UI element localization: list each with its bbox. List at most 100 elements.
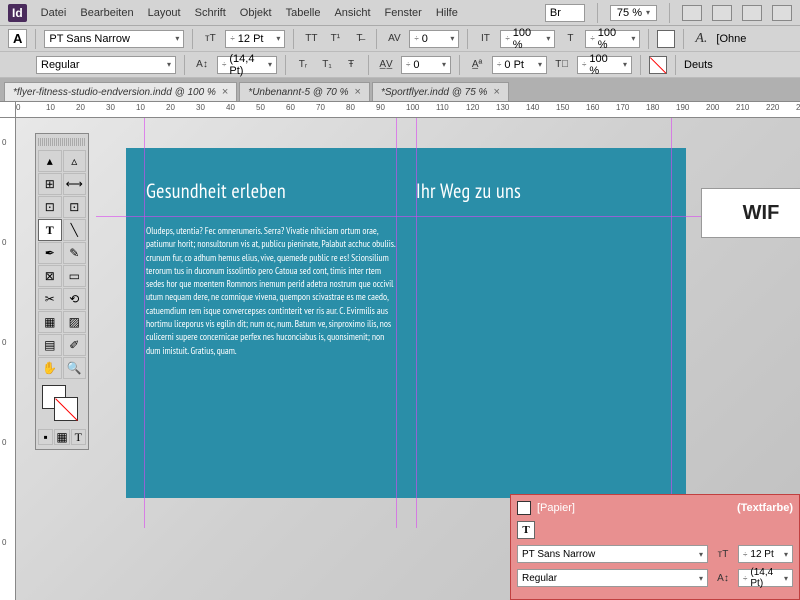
tab-flyer-fitness[interactable]: *flyer-fitness-studio-endversion.indd @ … (4, 82, 237, 101)
close-icon[interactable]: × (355, 86, 361, 98)
smallcaps-icon[interactable]: Tᵣ (294, 56, 312, 74)
tracking-input[interactable]: ÷0▾ (401, 56, 451, 74)
pen-tool[interactable]: ✒ (38, 242, 62, 264)
direct-selection-tool[interactable]: ▵ (63, 150, 87, 172)
menu-ansicht[interactable]: Ansicht (334, 7, 370, 19)
baseline-icon: A̲ª (468, 56, 486, 74)
panel-leading[interactable]: ÷(14,4 Pt)▾ (738, 569, 793, 587)
gradient-feather-tool[interactable]: ▨ (63, 311, 87, 333)
stroke-color-swatch[interactable] (54, 397, 78, 421)
skew-input[interactable]: ÷100 %▾ (577, 56, 632, 74)
menu-objekt[interactable]: Objekt (240, 7, 272, 19)
character-format-icon[interactable]: A (8, 29, 27, 48)
page-tool[interactable]: ⊞ (38, 173, 62, 195)
superscript-icon[interactable]: T¹ (326, 30, 344, 48)
view-mode-icon-1[interactable] (682, 5, 702, 21)
panel-font-style[interactable]: Regular▾ (517, 569, 708, 587)
menu-fenster[interactable]: Fenster (385, 7, 422, 19)
apply-color-icon[interactable]: ▪ (38, 429, 53, 445)
menu-schrift[interactable]: Schrift (195, 7, 226, 19)
font-family-select[interactable]: PT Sans Narrow▾ (44, 30, 184, 48)
eyedropper-tool[interactable]: ✐ (63, 334, 87, 356)
text-column-2[interactable]: Ihr Weg zu uns (416, 178, 666, 468)
selection-tool[interactable]: ▴ (38, 150, 62, 172)
baseline-input[interactable]: ÷0 Pt▾ (492, 56, 547, 74)
paper-swatch[interactable] (517, 501, 531, 515)
text-format-icon[interactable]: T (517, 521, 535, 539)
note-tool[interactable]: ▤ (38, 334, 62, 356)
close-icon[interactable]: × (493, 86, 499, 98)
rectangle-tool[interactable]: ▭ (63, 265, 87, 287)
hscale-input[interactable]: ÷100 %▾ (585, 30, 640, 48)
tab-unbenannt[interactable]: *Unbenannt-5 @ 70 %× (239, 82, 370, 101)
content-placer-tool[interactable]: ⊡ (63, 196, 87, 218)
apply-gradient-icon[interactable]: ▦ (54, 429, 69, 445)
text-color-panel: [Papier] (Textfarbe) T PT Sans Narrow▾ т… (510, 494, 800, 600)
vscale-input[interactable]: ÷100 %▾ (500, 30, 555, 48)
leading-input[interactable]: ÷(14,4 Pt)▾ (217, 56, 277, 74)
text-column-1[interactable]: Gesundheit erleben Oludeps, utentia? Fec… (146, 178, 396, 468)
hand-tool[interactable]: ✋ (38, 357, 62, 379)
heading-gesundheit[interactable]: Gesundheit erleben (146, 178, 396, 204)
gradient-swatch-tool[interactable]: ▦ (38, 311, 62, 333)
document-page[interactable]: Gesundheit erleben Oludeps, utentia? Fec… (126, 148, 800, 508)
line-tool[interactable]: ╲ (63, 219, 87, 241)
teal-panel[interactable]: Gesundheit erleben Oludeps, utentia? Fec… (126, 148, 686, 498)
hscale-t-icon: T (561, 30, 579, 48)
guide-horizontal[interactable] (96, 216, 716, 217)
screen-mode-icon[interactable] (772, 5, 792, 21)
gap-tool[interactable]: ⟷ (63, 173, 87, 195)
zoom-tool[interactable]: 🔍 (63, 357, 87, 379)
tab-sportflyer[interactable]: *Sportflyer.indd @ 75 %× (372, 82, 509, 101)
ruler-horizontal[interactable]: 0102030102030405060708090100110120130140… (16, 102, 800, 118)
font-style-select[interactable]: Regular▾ (36, 56, 176, 74)
pencil-tool[interactable]: ✎ (63, 242, 87, 264)
language-label[interactable]: Deuts (684, 59, 713, 71)
leading-icon: A↕ (714, 569, 732, 587)
menu-hilfe[interactable]: Hilfe (436, 7, 458, 19)
type-tool[interactable]: T (38, 219, 62, 241)
menu-tabelle[interactable]: Tabelle (286, 7, 321, 19)
rectangle-frame-tool[interactable]: ⊠ (38, 265, 62, 287)
content-collector-tool[interactable]: ⊡ (38, 196, 62, 218)
strikethrough-icon[interactable]: Ŧ (342, 56, 360, 74)
menu-layout[interactable]: Layout (148, 7, 181, 19)
vscale-icon: IT (476, 30, 494, 48)
apply-none-icon[interactable]: T (71, 429, 86, 445)
allcaps-icon[interactable]: TT (302, 30, 320, 48)
guide-vertical[interactable] (144, 118, 145, 528)
guide-vertical[interactable] (671, 118, 672, 528)
toolbox-grip[interactable] (38, 138, 86, 146)
font-size-input[interactable]: ÷12 Pt▾ (225, 30, 285, 48)
ruler-origin[interactable] (0, 102, 16, 118)
scissors-tool[interactable]: ✂ (38, 288, 62, 310)
charstyle-a-icon[interactable]: A. (692, 30, 710, 48)
white-banner[interactable]: WIF (701, 188, 800, 238)
kerning-input[interactable]: ÷0▾ (409, 30, 459, 48)
menu-bearbeiten[interactable]: Bearbeiten (80, 7, 133, 19)
panel-title: (Textfarbe) (737, 502, 793, 514)
app-logo: Id (8, 4, 27, 22)
arrange-icon[interactable] (742, 5, 762, 21)
stroke-swatch[interactable] (649, 56, 667, 74)
guide-vertical[interactable] (396, 118, 397, 528)
underline-icon[interactable]: T̶ (350, 30, 368, 48)
view-mode-icon-2[interactable] (712, 5, 732, 21)
heading-weg[interactable]: Ihr Weg zu uns (416, 178, 666, 204)
ruler-vertical[interactable]: 00000 (0, 118, 16, 600)
tracking-icon: A̲V̲ (377, 56, 395, 74)
font-size-icon: тT (714, 545, 732, 563)
zoom-level[interactable]: 75 %▾ (610, 5, 657, 21)
bridge-button[interactable]: Br (545, 4, 585, 22)
close-icon[interactable]: × (222, 86, 228, 98)
body-text[interactable]: Oludeps, utentia? Fec omnerumeris. Serra… (146, 224, 396, 357)
leading-icon: A↕ (193, 56, 211, 74)
fill-swatch[interactable] (657, 30, 675, 48)
color-swatches[interactable] (38, 385, 86, 425)
panel-font-family[interactable]: PT Sans Narrow▾ (517, 545, 708, 563)
panel-font-size[interactable]: ÷12 Pt▾ (738, 545, 793, 563)
free-transform-tool[interactable]: ⟲ (63, 288, 87, 310)
menu-datei[interactable]: Datei (41, 7, 67, 19)
subscript-icon[interactable]: T₁ (318, 56, 336, 74)
guide-vertical[interactable] (416, 118, 417, 528)
